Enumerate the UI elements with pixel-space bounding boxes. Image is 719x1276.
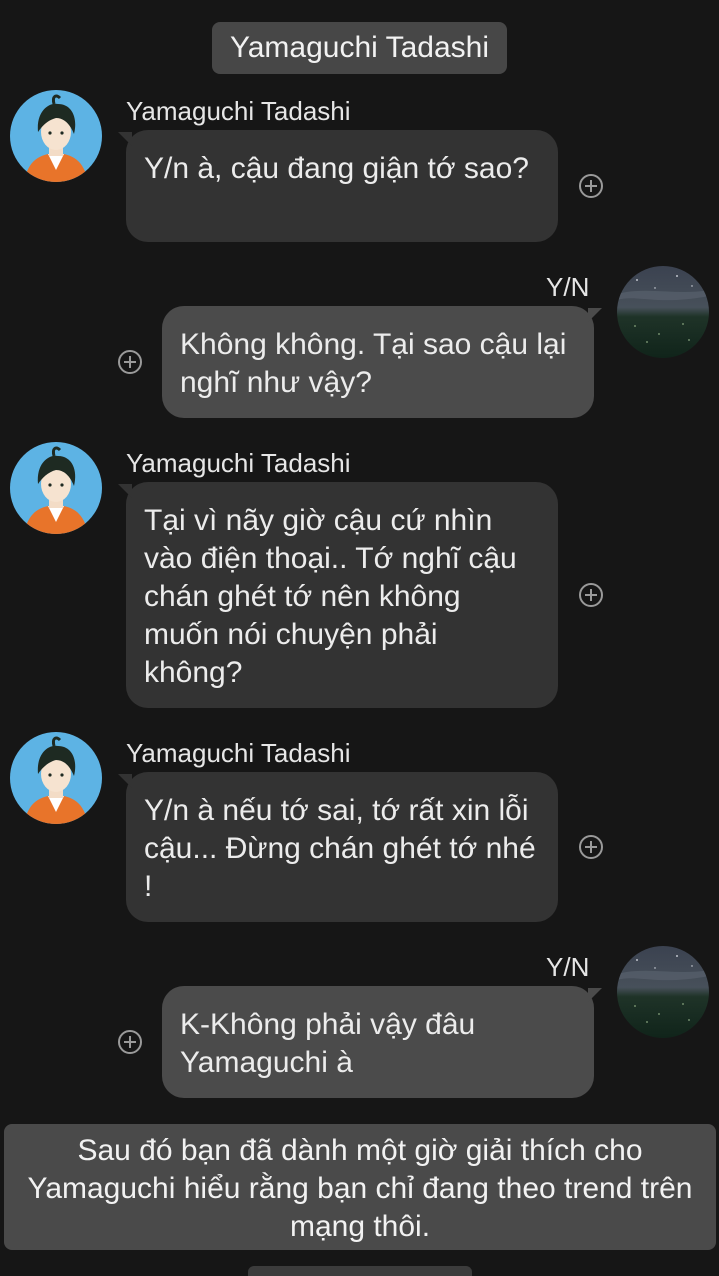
yamaguchi-avatar-icon[interactable] <box>10 90 102 182</box>
yamaguchi-avatar-icon[interactable] <box>10 732 102 824</box>
yn-avatar-icon[interactable] <box>617 946 709 1038</box>
plus-circle-icon[interactable] <box>579 583 603 607</box>
message-bubble-incoming[interactable]: Y/n à, cậu đang giận tớ sao? <box>118 130 558 242</box>
message-text: K-Không phải vậy đâu Yamaguchi à <box>180 1008 476 1079</box>
sender-name: Yamaguchi Tadashi <box>126 96 351 126</box>
yamaguchi-avatar-icon[interactable] <box>10 442 102 534</box>
plus-circle-icon[interactable] <box>579 835 603 859</box>
plus-circle-icon[interactable] <box>579 174 603 198</box>
plus-circle-icon[interactable] <box>118 350 142 374</box>
bottom-bar <box>248 1266 472 1276</box>
message-text: Y/n à nếu tớ sai, tớ rất xin lỗi cậu... … <box>144 794 536 903</box>
message-bubble-outgoing[interactable]: K-Không phải vậy đâu Yamaguchi à <box>162 986 602 1098</box>
message-text: Tại vì nãy giờ cậu cứ nhìn vào điện thoạ… <box>144 504 517 689</box>
yn-avatar-icon[interactable] <box>617 266 709 358</box>
message-text: Không không. Tại sao cậu lại nghĩ như vậ… <box>180 328 567 399</box>
message-text: Y/n à, cậu đang giận tớ sao? <box>144 152 529 185</box>
chat-title: Yamaguchi Tadashi <box>212 22 507 74</box>
sender-name: Yamaguchi Tadashi <box>126 448 351 478</box>
message-bubble-outgoing[interactable]: Không không. Tại sao cậu lại nghĩ như vậ… <box>162 306 602 418</box>
message-bubble-incoming[interactable]: Tại vì nãy giờ cậu cứ nhìn vào điện thoạ… <box>118 482 558 708</box>
sender-name: Yamaguchi Tadashi <box>126 738 351 768</box>
plus-circle-icon[interactable] <box>118 1030 142 1054</box>
message-bubble-incoming[interactable]: Y/n à nếu tớ sai, tớ rất xin lỗi cậu... … <box>118 772 558 922</box>
sender-name: Y/N <box>546 272 590 302</box>
narration-box: Sau đó bạn đã dành một giờ giải thích ch… <box>4 1124 716 1250</box>
sender-name: Y/N <box>546 952 590 982</box>
